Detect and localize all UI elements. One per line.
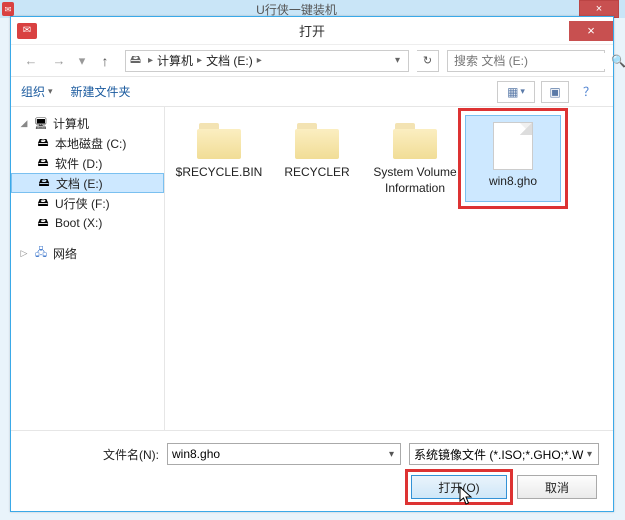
forward-button[interactable]: → [47,49,71,73]
tree-computer[interactable]: ◢ 🖥 计算机 [11,113,164,133]
tree-drive-d[interactable]: 🖴 软件 (D:) [11,153,164,173]
recent-dropdown[interactable]: ▾ [75,49,89,73]
back-button[interactable]: ← [19,49,43,73]
tree-label: 网络 [53,245,77,262]
computer-icon: 🖥 [33,116,49,130]
folder-icon [391,121,439,161]
titlebar: ✉ 打开 × [11,17,613,45]
drive-icon: 🖴 [35,216,51,230]
chevron-down-icon: ▾ [48,86,53,97]
expand-icon[interactable]: ◢ [19,118,29,129]
open-label: 打开(O) [438,479,479,496]
file-item-gho[interactable]: win8.gho [465,115,561,202]
tree-label: Boot (X:) [55,216,102,230]
new-folder-button[interactable]: 新建文件夹 [71,83,131,100]
refresh-icon: ↻ [423,54,432,67]
new-folder-label: 新建文件夹 [71,83,131,100]
refresh-button[interactable]: ↻ [417,50,439,72]
drive-icon: 🖴 [36,176,52,190]
help-button[interactable]: ？ [575,81,603,103]
tree-network[interactable]: ▷ 🖧 网络 [11,243,164,263]
file-item-folder[interactable]: System Volume Information [367,115,463,202]
filename-value: win8.gho [172,447,387,461]
preview-icon: ▣ [549,85,560,99]
tree-label: 软件 (D:) [55,155,102,172]
tree-label: 计算机 [53,115,89,132]
chevron-down-icon: ▾ [79,53,86,69]
file-label: RECYCLER [284,165,349,181]
filetype-combo[interactable]: 系统镜像文件 (*.ISO;*.GHO;*.W ▾ [409,443,599,465]
bg-app-icon: ✉ [2,2,14,16]
address-bar[interactable]: 🖴 ▸ 计算机 ▸ 文档 (E:) ▸ ▾ [125,50,409,72]
breadcrumb-seg[interactable]: 计算机 [157,52,193,69]
file-label: System Volume Information [369,165,461,196]
tree-label: 本地磁盘 (C:) [55,135,126,152]
address-dropdown[interactable]: ▾ [391,55,404,66]
sidebar: ◢ 🖥 计算机 🖴 本地磁盘 (C:) 🖴 软件 (D:) 🖴 文档 (E:) [11,107,165,430]
expand-icon[interactable]: ▷ [19,248,29,259]
dialog-title: 打开 [11,21,613,40]
cancel-button[interactable]: 取消 [517,475,597,499]
toolbar: 组织 ▾ 新建文件夹 ▦ ▾ ▣ ？ [11,77,613,107]
preview-pane-button[interactable]: ▣ [541,81,569,103]
drive-icon: 🖴 [130,51,144,70]
filename-label: 文件名(N): [51,446,159,463]
tree-drive-e[interactable]: 🖴 文档 (E:) [11,173,164,193]
network-icon: 🖧 [33,246,49,260]
tree-drive-c[interactable]: 🖴 本地磁盘 (C:) [11,133,164,153]
chevron-down-icon[interactable]: ▾ [585,449,594,460]
open-dialog: ✉ 打开 × ← → ▾ ↑ 🖴 ▸ 计算机 ▸ 文档 (E:) ▸ ▾ ↻ [10,16,614,512]
search-icon: 🔍 [611,54,625,68]
view-icon: ▦ [507,85,518,99]
forward-icon: → [53,53,66,68]
file-label: $RECYCLE.BIN [176,165,263,181]
breadcrumb-sep: ▸ [197,55,202,66]
file-item-folder[interactable]: RECYCLER [269,115,365,202]
organize-button[interactable]: 组织 ▾ [21,83,53,100]
tree-drive-x[interactable]: 🖴 Boot (X:) [11,213,164,233]
filename-combo[interactable]: win8.gho ▾ [167,443,401,465]
folder-icon [293,121,341,161]
tree-label: U行侠 (F:) [55,195,110,212]
search-box[interactable]: 🔍 [447,50,605,72]
filetype-value: 系统镜像文件 (*.ISO;*.GHO;*.W [414,446,585,463]
chevron-down-icon[interactable]: ▾ [387,449,396,460]
up-icon: ↑ [102,53,109,69]
drive-icon: 🖴 [35,136,51,150]
back-icon: ← [25,53,38,68]
bg-title: U行侠一键装机 [14,1,579,18]
chevron-down-icon: ▾ [520,86,525,97]
cancel-label: 取消 [545,479,569,496]
help-icon: ？ [583,83,595,100]
tree-drive-f[interactable]: 🖴 U行侠 (F:) [11,193,164,213]
open-button[interactable]: 打开(O) [411,475,507,499]
breadcrumb-sep: ▸ [257,55,262,66]
app-icon: ✉ [17,23,37,39]
search-input[interactable] [452,53,611,69]
drive-icon: 🖴 [35,196,51,210]
folder-icon [195,121,243,161]
file-item-folder[interactable]: $RECYCLE.BIN [171,115,267,202]
file-label: win8.gho [489,174,537,190]
tree-label: 文档 (E:) [56,175,103,192]
view-button[interactable]: ▦ ▾ [497,81,535,103]
file-icon [493,122,533,170]
close-button[interactable]: × [569,21,613,41]
organize-label: 组织 [21,83,45,100]
nav-row: ← → ▾ ↑ 🖴 ▸ 计算机 ▸ 文档 (E:) ▸ ▾ ↻ 🔍 [11,45,613,77]
breadcrumb-seg[interactable]: 文档 (E:) [206,52,253,69]
up-button[interactable]: ↑ [93,49,117,73]
breadcrumb-sep: ▸ [148,55,153,66]
bottom-panel: 文件名(N): win8.gho ▾ 系统镜像文件 (*.ISO;*.GHO;*… [11,430,613,511]
file-list[interactable]: $RECYCLE.BIN RECYCLER System Volume Info… [165,107,613,430]
drive-icon: 🖴 [35,156,51,170]
